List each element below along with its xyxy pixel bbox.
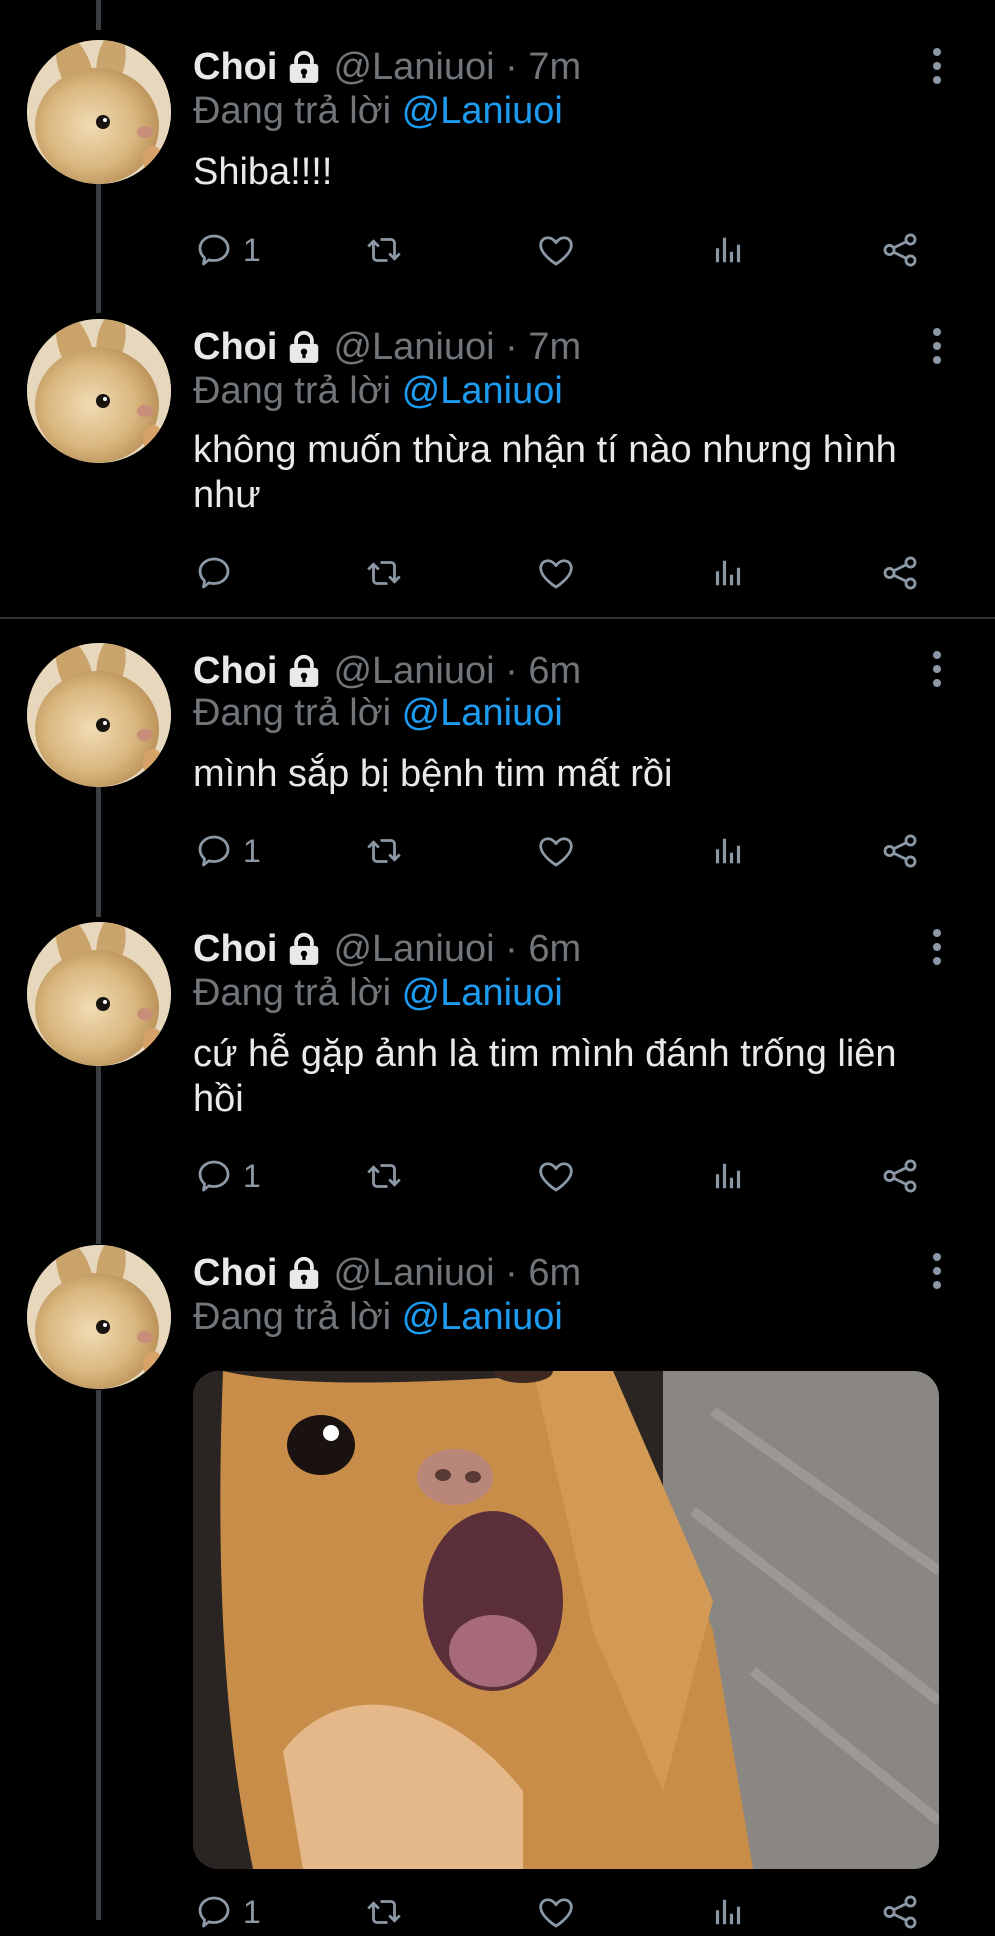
mention-link[interactable]: @Laniuoi [402, 1296, 563, 1338]
more-vertical-icon[interactable] [922, 1251, 952, 1291]
reply-count: 1 [243, 1893, 261, 1930]
retweet-icon [363, 1891, 405, 1933]
chihuahua-photo [193, 1371, 939, 1869]
replying-to: Đang trả lời @Laniuoi [193, 1296, 563, 1339]
retweet-button[interactable] [363, 1888, 405, 1936]
like-button[interactable] [535, 1888, 577, 1936]
analytics-icon [707, 1891, 749, 1933]
tweet[interactable]: Choi @Laniuoi · 6m Đang trả lời @Laniuoi [0, 0, 995, 1930]
replying-prefix: Đang trả lời [193, 1296, 392, 1338]
avatar[interactable] [27, 1245, 171, 1389]
analytics-button[interactable] [707, 1888, 749, 1936]
tweet-media-photo[interactable] [193, 1371, 939, 1869]
lock-icon [285, 1254, 323, 1292]
display-name[interactable]: Choi [193, 1252, 277, 1295]
share-icon [879, 1891, 921, 1933]
share-button[interactable] [879, 1888, 921, 1936]
reply-icon [193, 1891, 235, 1933]
heart-icon [535, 1891, 577, 1933]
handle-timestamp[interactable]: @Laniuoi · 6m [333, 1252, 581, 1295]
tweet-actions: 1 [193, 1888, 938, 1936]
reply-button[interactable]: 1 [193, 1888, 261, 1936]
